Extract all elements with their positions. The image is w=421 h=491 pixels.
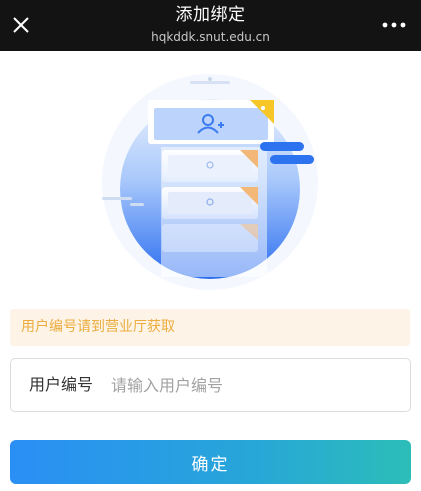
more-button[interactable] — [381, 17, 407, 33]
page-title: 添加绑定 — [175, 5, 246, 25]
confirm-button[interactable]: 确定 — [10, 440, 411, 484]
add-user-illustration — [90, 72, 330, 292]
close-icon — [13, 17, 29, 33]
illustration-graphic — [102, 74, 318, 290]
more-dots-icon — [382, 22, 406, 28]
top-bar: 添加绑定 hqkddk.snut.edu.cn — [0, 0, 421, 51]
user-id-label: 用户编号 — [29, 375, 94, 394]
user-id-field: 用户编号 — [10, 358, 411, 412]
page-domain: hqkddk.snut.edu.cn — [151, 30, 270, 44]
user-id-input[interactable] — [111, 369, 391, 401]
title-block: 添加绑定 hqkddk.snut.edu.cn — [80, 4, 341, 45]
user-id-notice: 用户编号请到营业厅获取 — [10, 309, 410, 346]
close-button[interactable] — [6, 10, 36, 40]
